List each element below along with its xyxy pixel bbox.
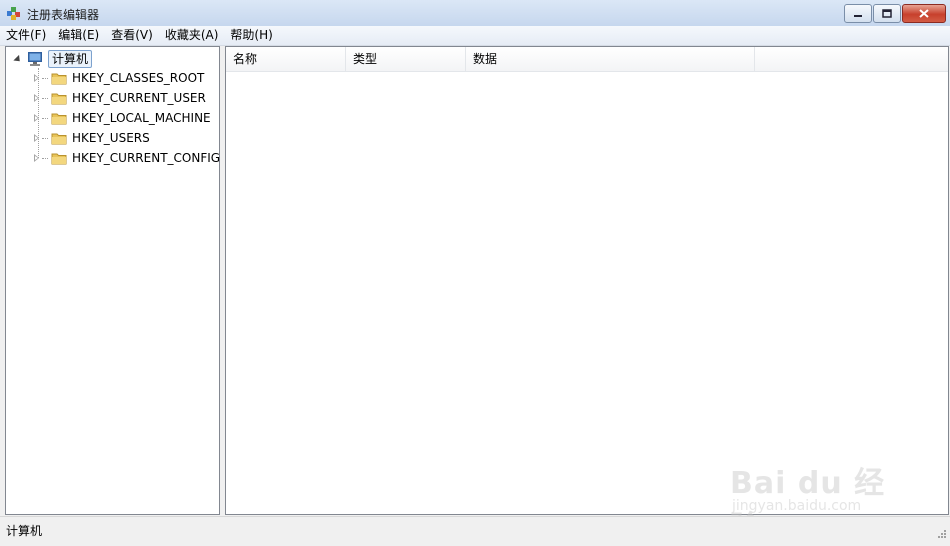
expand-arrow-icon[interactable] <box>34 154 39 162</box>
tree-node-hku[interactable]: HKEY_USERS <box>34 128 150 148</box>
minimize-button[interactable] <box>844 4 872 23</box>
expand-arrow-icon[interactable] <box>34 94 39 102</box>
restore-icon <box>882 9 892 18</box>
menu-edit[interactable]: 编辑(E) <box>52 26 105 45</box>
folder-icon <box>51 153 67 165</box>
folder-icon <box>51 133 67 145</box>
tree-node-hklm[interactable]: HKEY_LOCAL_MACHINE <box>34 108 211 128</box>
resize-grip-icon[interactable] <box>937 529 947 539</box>
tree-connector <box>42 137 48 139</box>
expand-arrow-icon[interactable] <box>34 74 39 82</box>
tree-node-label[interactable]: HKEY_CLASSES_ROOT <box>72 71 204 85</box>
caption-buttons <box>844 4 946 23</box>
tree-node-label[interactable]: HKEY_USERS <box>72 131 150 145</box>
computer-icon <box>28 52 42 66</box>
values-list[interactable]: 名称 类型 数据 <box>225 46 949 515</box>
tree-node-hkcu[interactable]: HKEY_CURRENT_USER <box>34 88 206 108</box>
folder-icon <box>51 93 67 105</box>
tree-connector <box>42 117 48 119</box>
tree-node-hkcc[interactable]: HKEY_CURRENT_CONFIG <box>34 148 220 168</box>
tree-connector <box>42 77 48 79</box>
column-header-type[interactable]: 类型 <box>346 47 466 71</box>
folder-icon <box>51 73 67 85</box>
tree-node-label[interactable]: HKEY_CURRENT_CONFIG <box>72 151 220 165</box>
tree-root-computer[interactable]: 计算机 <box>13 50 93 68</box>
menu-favorites[interactable]: 收藏夹(A) <box>159 26 225 45</box>
close-icon <box>919 9 929 18</box>
registry-tree[interactable]: 计算机 HKEY_CLASSES_ROOT HKEY_CURRENT_USER … <box>5 46 220 515</box>
title-bar[interactable]: 注册表编辑器 <box>0 0 950 27</box>
tree-root-label[interactable]: 计算机 <box>48 50 93 68</box>
menu-bar: 文件(F) 编辑(E) 查看(V) 收藏夹(A) 帮助(H) <box>0 26 950 46</box>
registry-editor-icon <box>7 7 20 20</box>
tree-node-label[interactable]: HKEY_LOCAL_MACHINE <box>72 111 211 125</box>
tree-node-label[interactable]: HKEY_CURRENT_USER <box>72 91 206 105</box>
tree-connector <box>42 97 48 99</box>
list-header: 名称 类型 数据 <box>226 47 948 72</box>
menu-file[interactable]: 文件(F) <box>0 26 52 45</box>
collapse-arrow-icon[interactable] <box>13 54 23 64</box>
close-button[interactable] <box>902 4 946 23</box>
restore-button[interactable] <box>873 4 901 23</box>
watermark-url: jingyan.baidu.com <box>732 498 862 514</box>
status-bar: 计算机 <box>0 516 950 542</box>
expand-arrow-icon[interactable] <box>34 134 39 142</box>
baidu-jingyan-watermark: Bai du 经验 jingyan.baidu.com <box>730 448 905 545</box>
window-title: 注册表编辑器 <box>27 8 100 22</box>
status-path: 计算机 <box>6 524 43 538</box>
minimize-icon <box>854 14 862 17</box>
column-header-name[interactable]: 名称 <box>226 47 346 71</box>
column-header-filler <box>755 47 948 71</box>
menu-help[interactable]: 帮助(H) <box>224 26 278 45</box>
expand-arrow-icon[interactable] <box>34 114 39 122</box>
column-header-data[interactable]: 数据 <box>466 47 755 71</box>
menu-view[interactable]: 查看(V) <box>105 26 159 45</box>
tree-node-hkcr[interactable]: HKEY_CLASSES_ROOT <box>34 68 204 88</box>
folder-icon <box>51 113 67 125</box>
tree-connector <box>42 157 48 159</box>
